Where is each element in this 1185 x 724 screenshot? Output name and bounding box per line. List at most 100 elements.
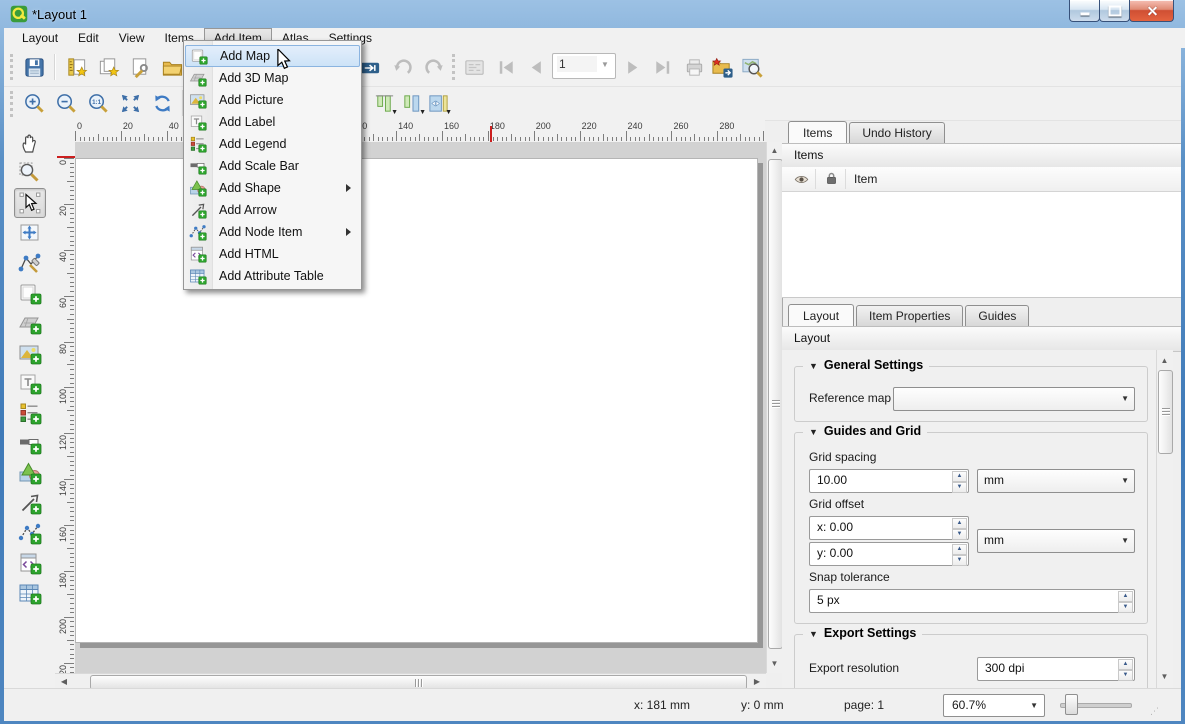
distribute-items-button[interactable]: ▼ — [398, 89, 426, 117]
vertical-scroll-thumb[interactable] — [768, 159, 783, 649]
spin-arrows-icon[interactable]: ▲ ▼ — [952, 518, 967, 540]
layout-manager-button[interactable] — [126, 53, 154, 81]
tab-guides[interactable]: Guides — [965, 305, 1030, 326]
undo-button[interactable] — [388, 53, 416, 81]
print-atlas-button[interactable] — [680, 53, 708, 81]
tool-add-scale-bar-button[interactable] — [14, 428, 46, 458]
tool-add-attribute-table-button[interactable] — [14, 578, 46, 608]
menu-item-add-picture[interactable]: Add Picture — [185, 89, 358, 111]
menu-item-add-scale-bar[interactable]: Add Scale Bar — [185, 155, 358, 177]
zoom-in-button[interactable] — [20, 89, 48, 117]
tab-item-properties[interactable]: Item Properties — [856, 305, 964, 326]
maximize-button[interactable] — [1099, 0, 1130, 22]
tool-zoom-button[interactable] — [14, 158, 46, 188]
tool-add-arrow-button[interactable] — [14, 488, 46, 518]
zoom-full-button[interactable] — [116, 89, 144, 117]
atlas-preview-button[interactable] — [460, 53, 488, 81]
atlas-next-feature-button[interactable] — [618, 53, 646, 81]
layout-panel-scrollbar[interactable]: ▲ ▼ — [1156, 350, 1173, 688]
menu-item-add-legend[interactable]: Add Legend — [185, 133, 358, 155]
guides-and-grid-heading[interactable]: ▼ Guides and Grid — [803, 424, 928, 438]
spin-arrows-icon[interactable]: ▲ ▼ — [952, 471, 967, 493]
reference-map-combobox[interactable]: ▼ — [893, 387, 1135, 411]
tool-move-item-content-button[interactable] — [14, 218, 46, 248]
canvas-vertical-scrollbar[interactable]: ▲ ▼ — [766, 142, 783, 673]
new-layout-button[interactable] — [62, 53, 90, 81]
menu-item-add-arrow[interactable]: Add Arrow — [185, 199, 358, 221]
tool-add-html-button[interactable] — [14, 548, 46, 578]
menu-item-add-map[interactable]: Add Map — [185, 45, 360, 67]
tool-add-label-button[interactable] — [14, 368, 46, 398]
export-resolution-input[interactable] — [983, 660, 1117, 676]
tool-edit-nodes-item-button[interactable] — [14, 248, 46, 278]
add-items-from-template-button[interactable] — [158, 53, 186, 81]
menu-view[interactable]: View — [109, 28, 155, 48]
scroll-down-icon[interactable]: ▼ — [767, 657, 782, 671]
tab-layout[interactable]: Layout — [788, 304, 855, 327]
grid-offset-y-spinbox[interactable]: ▲▼ — [809, 542, 969, 566]
atlas-previous-feature-button[interactable] — [522, 53, 550, 81]
export-resolution-spinbox[interactable]: ▲▼ — [977, 657, 1135, 681]
resize-grip[interactable]: ⋰ — [1150, 706, 1162, 718]
menu-item-add-html[interactable]: Add HTML — [185, 243, 358, 265]
snap-tolerance-input[interactable] — [815, 592, 1117, 608]
scroll-down-icon[interactable]: ▼ — [1157, 670, 1172, 684]
atlas-last-feature-button[interactable] — [648, 53, 676, 81]
tool-select-move-item-button[interactable] — [14, 188, 46, 218]
atlas-page-input[interactable] — [557, 56, 597, 72]
spin-arrows-icon[interactable]: ▲ ▼ — [1118, 659, 1133, 681]
atlas-first-feature-button[interactable] — [492, 53, 520, 81]
snap-tolerance-spinbox[interactable]: ▲▼ — [809, 589, 1135, 613]
zoom-out-button[interactable] — [52, 89, 80, 117]
panel-scroll-thumb[interactable] — [1158, 370, 1173, 454]
duplicate-layout-button[interactable] — [94, 53, 122, 81]
chevron-down-icon[interactable]: ▼ — [597, 56, 613, 74]
grid-spacing-spinbox[interactable]: ▲▼ — [809, 469, 969, 493]
export-settings-heading[interactable]: ▼ Export Settings — [803, 626, 923, 640]
minimize-button[interactable] — [1069, 0, 1100, 22]
scroll-up-icon[interactable]: ▲ — [1157, 354, 1172, 368]
tab-items[interactable]: Items — [788, 121, 848, 144]
tool-add-legend-button[interactable] — [14, 398, 46, 428]
menu-item-add-label[interactable]: Add Label — [185, 111, 358, 133]
menu-item-add-attribute-table[interactable]: Add Attribute Table — [185, 265, 358, 287]
scroll-left-icon[interactable]: ◀ — [57, 674, 71, 689]
tool-add-map-button[interactable] — [14, 278, 46, 308]
general-settings-heading[interactable]: ▼ General Settings — [803, 358, 930, 372]
menu-item-add-3d-map[interactable]: Add 3D Map — [185, 67, 358, 89]
menu-item-add-shape[interactable]: Add Shape — [185, 177, 358, 199]
tool-add-3d-map-button[interactable] — [14, 308, 46, 338]
toolbar-drag-handle[interactable] — [452, 54, 458, 80]
resize-items-button[interactable]: ▼ — [424, 89, 452, 117]
grid-offset-unit-combobox[interactable]: mm ▼ — [977, 529, 1135, 553]
tool-add-node-item-button[interactable] — [14, 518, 46, 548]
align-items-button[interactable]: ▼ — [370, 89, 398, 117]
tool-pan-button[interactable] — [14, 128, 46, 158]
menu-item-add-node-item[interactable]: Add Node Item — [185, 221, 358, 243]
titlebar[interactable]: *Layout 1 — [0, 0, 1185, 28]
zoom-actual-size-button[interactable] — [84, 89, 112, 117]
tool-add-shape-button[interactable] — [14, 458, 46, 488]
toolbar-drag-handle[interactable] — [10, 54, 16, 80]
layout-page[interactable] — [75, 158, 758, 643]
save-project-button[interactable] — [20, 53, 48, 81]
grid-offset-x-input[interactable] — [815, 519, 951, 535]
export-atlas-button[interactable] — [708, 53, 736, 81]
zoom-level-combobox[interactable]: 60.7% ▼ — [943, 694, 1045, 717]
items-tree[interactable]: Item — [782, 167, 1181, 298]
tool-add-picture-button[interactable] — [14, 338, 46, 368]
atlas-settings-button[interactable] — [738, 53, 766, 81]
atlas-page-combobox[interactable]: ▼ — [552, 53, 616, 79]
grid-offset-x-spinbox[interactable]: ▲▼ — [809, 516, 969, 540]
spin-arrows-icon[interactable]: ▲ ▼ — [952, 544, 967, 566]
menu-layout[interactable]: Layout — [12, 28, 68, 48]
scroll-right-icon[interactable]: ▶ — [750, 674, 764, 689]
grid-offset-y-input[interactable] — [815, 545, 951, 561]
zoom-slider-thumb[interactable] — [1065, 694, 1078, 715]
layout-canvas[interactable] — [75, 142, 766, 673]
grid-spacing-unit-combobox[interactable]: mm ▼ — [977, 469, 1135, 493]
spin-arrows-icon[interactable]: ▲ ▼ — [1118, 591, 1133, 613]
redo-button[interactable] — [420, 53, 448, 81]
scroll-up-icon[interactable]: ▲ — [767, 144, 782, 158]
refresh-view-button[interactable] — [148, 89, 176, 117]
